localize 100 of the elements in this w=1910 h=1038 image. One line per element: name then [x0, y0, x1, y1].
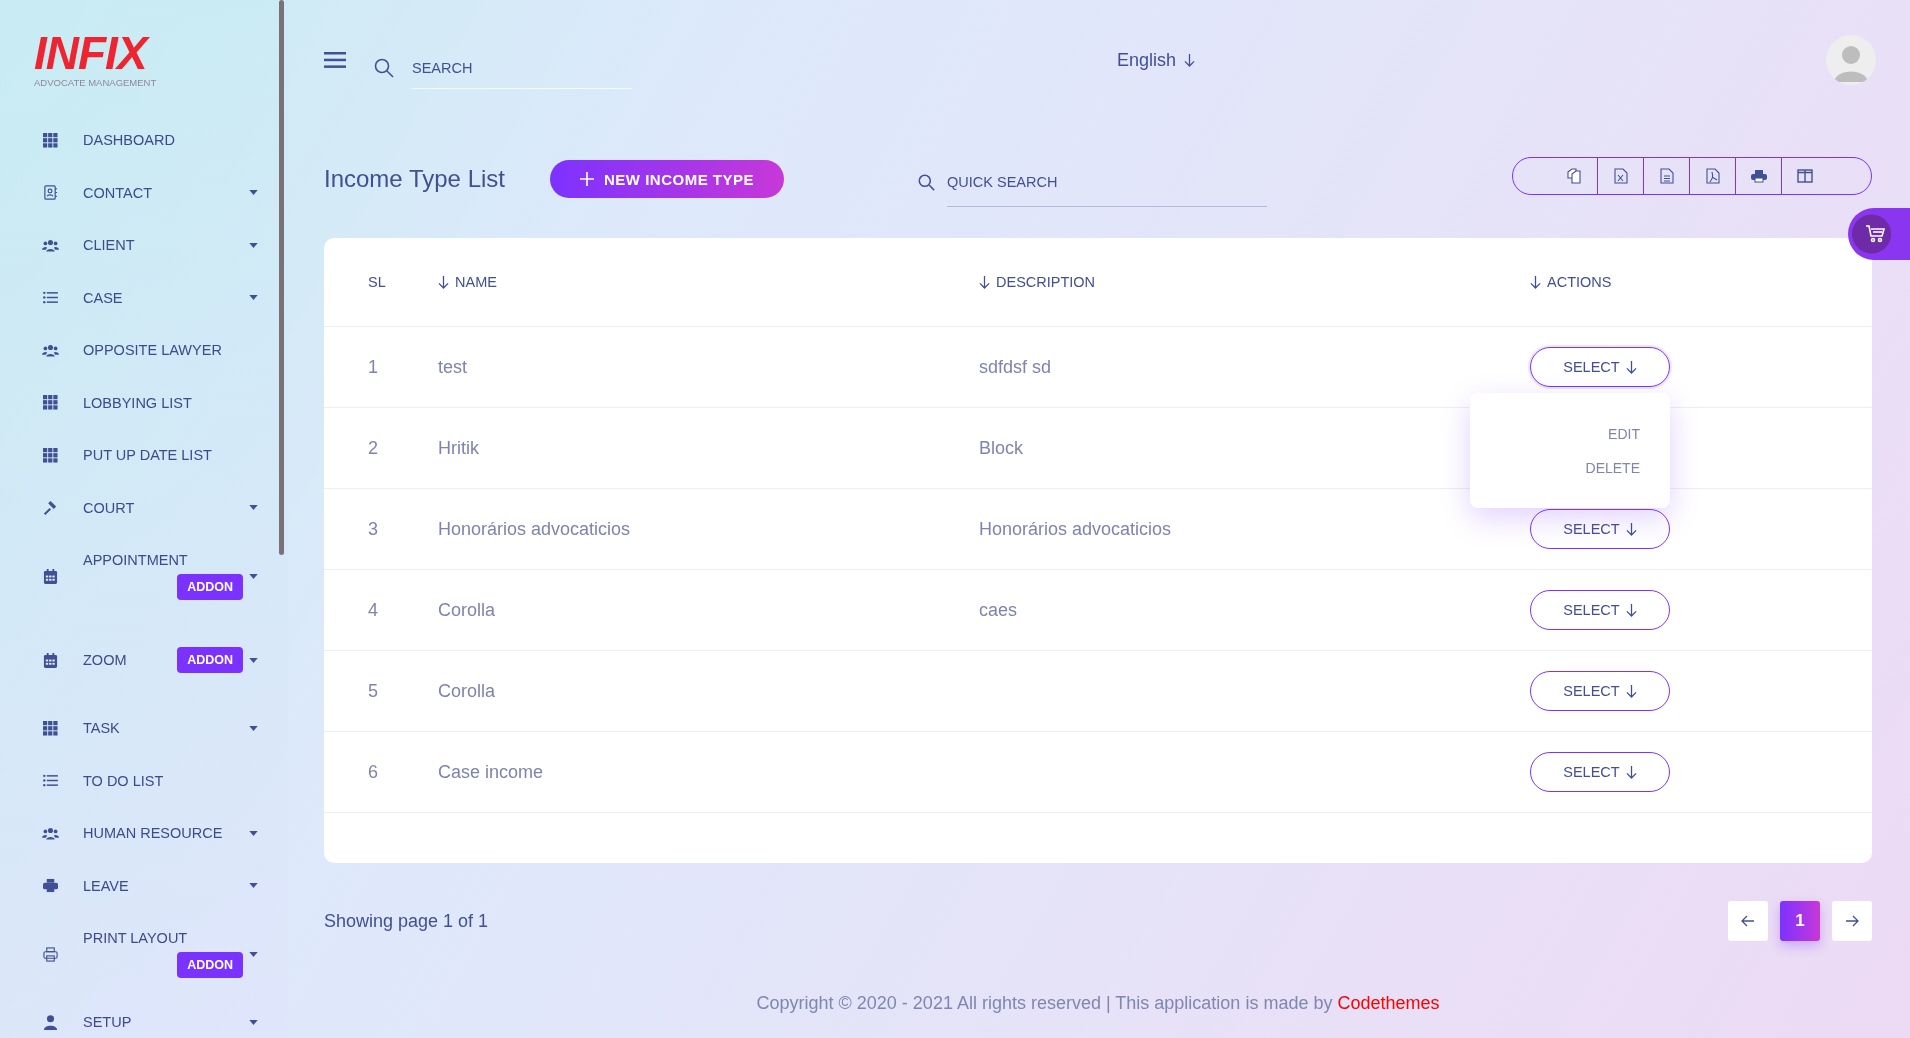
printer-icon — [1750, 168, 1767, 184]
sidebar-item-label: PRINT LAYOUT — [83, 930, 188, 946]
columns-icon — [1796, 169, 1813, 183]
menu-item[interactable]: DELETE — [1585, 459, 1640, 476]
grid-icon — [42, 132, 59, 148]
arrow-down-icon — [438, 275, 449, 289]
new-income-type-button[interactable]: NEW INCOME TYPE — [550, 160, 784, 198]
copy-icon — [1566, 168, 1582, 184]
table-cell-text: sdfdsf sd — [979, 356, 1053, 378]
calendar-icon — [42, 568, 59, 584]
sidebar-item[interactable]: TASK — [0, 702, 288, 755]
page-button[interactable]: 1 — [1780, 901, 1820, 941]
sidebar-item[interactable]: CLIENT — [0, 219, 288, 272]
printer-icon — [42, 946, 59, 962]
sidebar-item-label: LOBBYING LIST — [83, 394, 192, 411]
users-icon — [42, 343, 59, 357]
sidebar-item-label: DASHBOARD — [83, 132, 175, 149]
logo-tagline: ADVOCATE MANAGEMENT — [34, 77, 158, 88]
table-cell-text: Case income — [438, 761, 545, 783]
sidebar-item[interactable]: OPPOSITE LAWYER — [0, 324, 288, 377]
copyright-text: Copyright © 2020 - 2021 All rights reserved | This application is made by Codethemes — [756, 993, 1440, 1013]
page-title: Income Type List — [324, 165, 506, 193]
printer-icon — [42, 878, 59, 894]
pagination-summary: Showing page 1 of 1 — [324, 910, 489, 932]
menu-icon[interactable] — [324, 52, 346, 68]
users-icon — [42, 238, 59, 252]
sidebar-item[interactable]: CONTACT — [0, 166, 288, 219]
arrow-down-icon — [1625, 684, 1637, 698]
arrow-left-icon — [1741, 915, 1755, 927]
sidebar-item[interactable]: COURT — [0, 481, 288, 534]
arrow-down-icon — [1184, 53, 1196, 67]
user-icon — [42, 1014, 59, 1030]
grid-icon — [42, 720, 59, 736]
spreadsheet-file-icon — [1613, 168, 1628, 184]
text-file-icon — [1659, 168, 1674, 184]
sidebar-item-label: LEAVE — [83, 877, 129, 894]
sidebar-item[interactable]: LOBBYING LIST — [0, 376, 288, 429]
search-field[interactable]: SEARCH — [412, 47, 632, 89]
arrow-down-icon — [1530, 275, 1541, 289]
sidebar-item[interactable]: APPOINTMENT ADDON — [0, 534, 288, 618]
table-cell-text: 2 — [368, 437, 379, 459]
sidebar-item-label: PUT UP DATE LIST — [83, 447, 212, 464]
sidebar-item-label: COURT — [83, 499, 135, 516]
arrow-right-icon — [1845, 915, 1859, 927]
search-icon — [374, 58, 394, 78]
sidebar-item[interactable]: SETUP — [0, 996, 288, 1038]
plus-icon — [580, 172, 594, 186]
column-header[interactable]: SL — [368, 274, 438, 290]
menu-item[interactable]: EDIT — [1608, 425, 1640, 442]
contact-book-icon — [42, 185, 59, 201]
select-button[interactable]: SELECT — [1530, 347, 1670, 387]
select-button[interactable]: SELECT — [1530, 752, 1670, 792]
sidebar-item-label: CLIENT — [83, 237, 135, 254]
table-cell-text: 1 — [368, 356, 379, 378]
table-cell-text: Honorários advocaticios — [438, 518, 632, 540]
arrow-down-icon — [1625, 522, 1637, 536]
cart-button[interactable] — [1848, 208, 1910, 260]
table-cell-text: test — [438, 356, 468, 378]
sidebar-item[interactable]: LEAVE — [0, 859, 288, 912]
arrow-down-icon — [1625, 360, 1637, 374]
logo-wordmark: INFIX — [34, 30, 288, 76]
sidebar-item[interactable]: CASE — [0, 271, 288, 324]
sidebar-item-label: OPPOSITE LAWYER — [83, 342, 222, 359]
sidebar-item-label: SETUP — [83, 1014, 132, 1031]
sidebar-item[interactable]: TO DO LIST — [0, 754, 288, 807]
sidebar-item-label: TASK — [83, 720, 120, 737]
table-cell-text: 5 — [368, 680, 379, 702]
cart-icon — [1866, 225, 1886, 243]
addon-badge: ADDON — [177, 952, 243, 978]
table-cell-text: 4 — [368, 599, 379, 621]
list-icon — [42, 774, 59, 788]
addon-badge: ADDON — [177, 647, 243, 673]
arrow-down-icon — [1625, 765, 1637, 779]
table-cell-text: 6 — [368, 761, 379, 783]
search-icon — [918, 173, 935, 191]
table-cell-text: 3 — [368, 518, 379, 540]
table-cell-text: caes — [979, 599, 1019, 621]
table-cell-text: Honorários advocaticios — [979, 518, 1173, 540]
sidebar-item[interactable]: ZOOM ADDON — [0, 618, 288, 702]
select-button[interactable]: SELECT — [1530, 509, 1670, 549]
sidebar-item-label: CONTACT — [83, 184, 152, 201]
table-cell-text: Hritik — [438, 437, 480, 459]
column-header[interactable]: ACTIONS — [1530, 274, 1872, 290]
sidebar-item[interactable]: HUMAN RESOURCE — [0, 807, 288, 860]
column-header[interactable]: DESCRIPTION — [979, 274, 1530, 290]
column-header[interactable]: NAME — [438, 274, 979, 290]
select-button[interactable]: SELECT — [1530, 590, 1670, 630]
language-selector[interactable]: English — [1117, 49, 1196, 71]
grid-icon — [42, 447, 59, 463]
sidebar-item[interactable]: DASHBOARD — [0, 114, 288, 167]
sidebar-item[interactable]: PRINT LAYOUT ADDON — [0, 912, 288, 996]
table-cell-text: Corolla — [438, 680, 497, 702]
quick-search-field[interactable]: QUICK SEARCH — [947, 157, 1267, 207]
scrollbar[interactable] — [279, 0, 284, 555]
table-cell-text: Block — [979, 437, 1024, 459]
select-button[interactable]: SELECT — [1530, 671, 1670, 711]
sidebar-item[interactable]: PUT UP DATE LIST — [0, 429, 288, 482]
sidebar-item-label: HUMAN RESOURCE — [83, 825, 223, 842]
calendar-icon — [42, 652, 59, 668]
arrow-down-icon — [979, 275, 990, 289]
